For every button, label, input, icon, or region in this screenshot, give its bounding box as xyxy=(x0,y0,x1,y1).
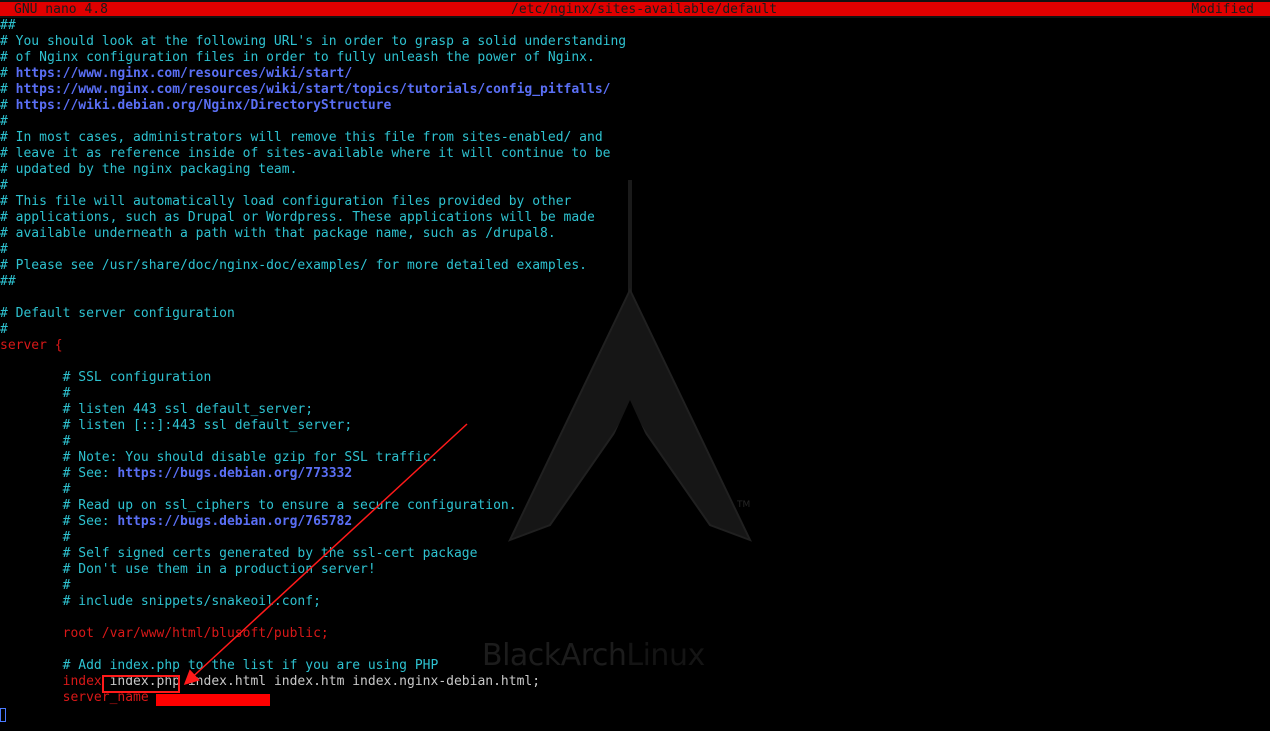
editor-line[interactable]: # Default server configuration xyxy=(0,306,1270,322)
url-text: https://bugs.debian.org/765782 xyxy=(117,514,353,529)
editor-line[interactable]: # xyxy=(0,178,1270,194)
code-text: # of Nginx configuration files in order … xyxy=(0,50,595,65)
redaction-bar xyxy=(156,694,270,706)
editor-line[interactable]: # Please see /usr/share/doc/nginx-doc/ex… xyxy=(0,258,1270,274)
editor-line[interactable]: ## xyxy=(0,18,1270,34)
code-text: # xyxy=(0,482,71,497)
editor-line[interactable]: # See: https://bugs.debian.org/773332 xyxy=(0,466,1270,482)
code-text: # Read up on ssl_ciphers to ensure a sec… xyxy=(0,498,517,513)
editor-line[interactable]: # Don't use them in a production server! xyxy=(0,562,1270,578)
code-text: # listen [::]:443 ssl default_server; xyxy=(0,418,353,433)
code-text: # This file will automatically load conf… xyxy=(0,194,572,209)
editor-line[interactable]: # In most cases, administrators will rem… xyxy=(0,130,1270,146)
annotation-highlight-box xyxy=(102,675,180,693)
url-text: https://wiki.debian.org/Nginx/DirectoryS… xyxy=(15,98,392,113)
editor-line[interactable]: # Self signed certs generated by the ssl… xyxy=(0,546,1270,562)
code-text: root /var/www/html/blusoft/public; xyxy=(0,626,329,641)
url-text: https://bugs.debian.org/773332 xyxy=(117,466,353,481)
code-text: # You should look at the following URL's… xyxy=(0,34,627,49)
editor-line[interactable]: # xyxy=(0,242,1270,258)
code-text: # xyxy=(0,386,71,401)
editor-line[interactable]: # of Nginx configuration files in order … xyxy=(0,50,1270,66)
code-text: # xyxy=(0,242,8,257)
code-text: # See: xyxy=(0,514,118,529)
editor-line[interactable]: # xyxy=(0,578,1270,594)
text-cursor xyxy=(0,708,6,722)
code-text: # include snippets/snakeoil.conf; xyxy=(0,594,321,609)
editor-line[interactable]: # You should look at the following URL's… xyxy=(0,34,1270,50)
editor-line[interactable]: # https://www.nginx.com/resources/wiki/s… xyxy=(0,66,1270,82)
editor-line[interactable]: # https://wiki.debian.org/Nginx/Director… xyxy=(0,98,1270,114)
code-text: # listen 443 ssl default_server; xyxy=(0,402,314,417)
editor-line[interactable]: # xyxy=(0,434,1270,450)
editor-line[interactable]: # xyxy=(0,114,1270,130)
code-text: index xyxy=(0,674,110,689)
code-text: # applications, such as Drupal or Wordpr… xyxy=(0,210,595,225)
editor-line[interactable]: server { xyxy=(0,338,1270,354)
code-text: # xyxy=(0,114,8,129)
code-text: # xyxy=(0,322,8,337)
editor-line[interactable]: # listen [::]:443 ssl default_server; xyxy=(0,418,1270,434)
editor-line[interactable]: # Add index.php to the list if you are u… xyxy=(0,658,1270,674)
code-text: # xyxy=(0,530,71,545)
code-text: ## xyxy=(0,274,16,289)
editor-line[interactable]: # applications, such as Drupal or Wordpr… xyxy=(0,210,1270,226)
editor-line[interactable]: root /var/www/html/blusoft/public; xyxy=(0,626,1270,642)
editor-line[interactable]: # updated by the nginx packaging team. xyxy=(0,162,1270,178)
code-text: # Default server configuration xyxy=(0,306,235,321)
editor-line[interactable]: # xyxy=(0,482,1270,498)
editor-line[interactable]: # Note: You should disable gzip for SSL … xyxy=(0,450,1270,466)
editor-line[interactable] xyxy=(0,610,1270,626)
editor-line[interactable] xyxy=(0,706,1270,722)
modified-status-label: Modified xyxy=(1191,2,1254,17)
editor-line[interactable]: # include snippets/snakeoil.conf; xyxy=(0,594,1270,610)
editor-line[interactable]: # leave it as reference inside of sites-… xyxy=(0,146,1270,162)
code-text: # Note: You should disable gzip for SSL … xyxy=(0,450,439,465)
file-path-label: /etc/nginx/sites-available/default xyxy=(511,2,778,17)
code-text: # Please see /usr/share/doc/nginx-doc/ex… xyxy=(0,258,587,273)
code-text: # leave it as reference inside of sites-… xyxy=(0,146,611,161)
editor-line[interactable]: # xyxy=(0,322,1270,338)
editor-line[interactable]: # xyxy=(0,386,1270,402)
editor-line[interactable]: # See: https://bugs.debian.org/765782 xyxy=(0,514,1270,530)
code-text: # xyxy=(0,178,8,193)
nano-edit-buffer[interactable]: ## # You should look at the following URL… xyxy=(0,18,1270,722)
editor-line[interactable] xyxy=(0,354,1270,370)
code-text: # Don't use them in a production server! xyxy=(0,562,376,577)
url-text: https://www.nginx.com/resources/wiki/sta… xyxy=(15,66,353,81)
code-text: # available underneath a path with that … xyxy=(0,226,556,241)
editor-line[interactable]: ## xyxy=(0,274,1270,290)
editor-line[interactable]: # Read up on ssl_ciphers to ensure a sec… xyxy=(0,498,1270,514)
editor-line[interactable]: # This file will automatically load conf… xyxy=(0,194,1270,210)
code-text: # xyxy=(0,66,16,81)
editor-line[interactable]: # available underneath a path with that … xyxy=(0,226,1270,242)
app-version-label: GNU nano 4.8 xyxy=(14,2,108,17)
editor-line[interactable]: index index.php index.html index.htm ind… xyxy=(0,674,1270,690)
code-text: # See: xyxy=(0,466,118,481)
editor-line[interactable]: # https://www.nginx.com/resources/wiki/s… xyxy=(0,82,1270,98)
url-text: https://www.nginx.com/resources/wiki/sta… xyxy=(15,82,611,97)
code-text: ## xyxy=(0,18,16,33)
code-text: index.html index.htm index.nginx-debian.… xyxy=(187,674,541,689)
code-text: # Self signed certs generated by the ssl… xyxy=(0,546,478,561)
code-text: # SSL configuration xyxy=(0,370,212,385)
code-text: # Add index.php to the list if you are u… xyxy=(0,658,439,673)
editor-line[interactable] xyxy=(0,290,1270,306)
nano-title-bar: GNU nano 4.8 /etc/nginx/sites-available/… xyxy=(0,0,1270,18)
editor-line[interactable]: # xyxy=(0,530,1270,546)
code-text: # xyxy=(0,434,71,449)
code-text: # updated by the nginx packaging team. xyxy=(0,162,298,177)
editor-line[interactable] xyxy=(0,642,1270,658)
code-text: # In most cases, administrators will rem… xyxy=(0,130,603,145)
code-text: server { xyxy=(0,338,63,353)
code-text: # xyxy=(0,98,16,113)
code-text: # xyxy=(0,82,16,97)
editor-line[interactable]: # listen 443 ssl default_server; xyxy=(0,402,1270,418)
editor-line[interactable]: # SSL configuration xyxy=(0,370,1270,386)
code-text: # xyxy=(0,578,71,593)
